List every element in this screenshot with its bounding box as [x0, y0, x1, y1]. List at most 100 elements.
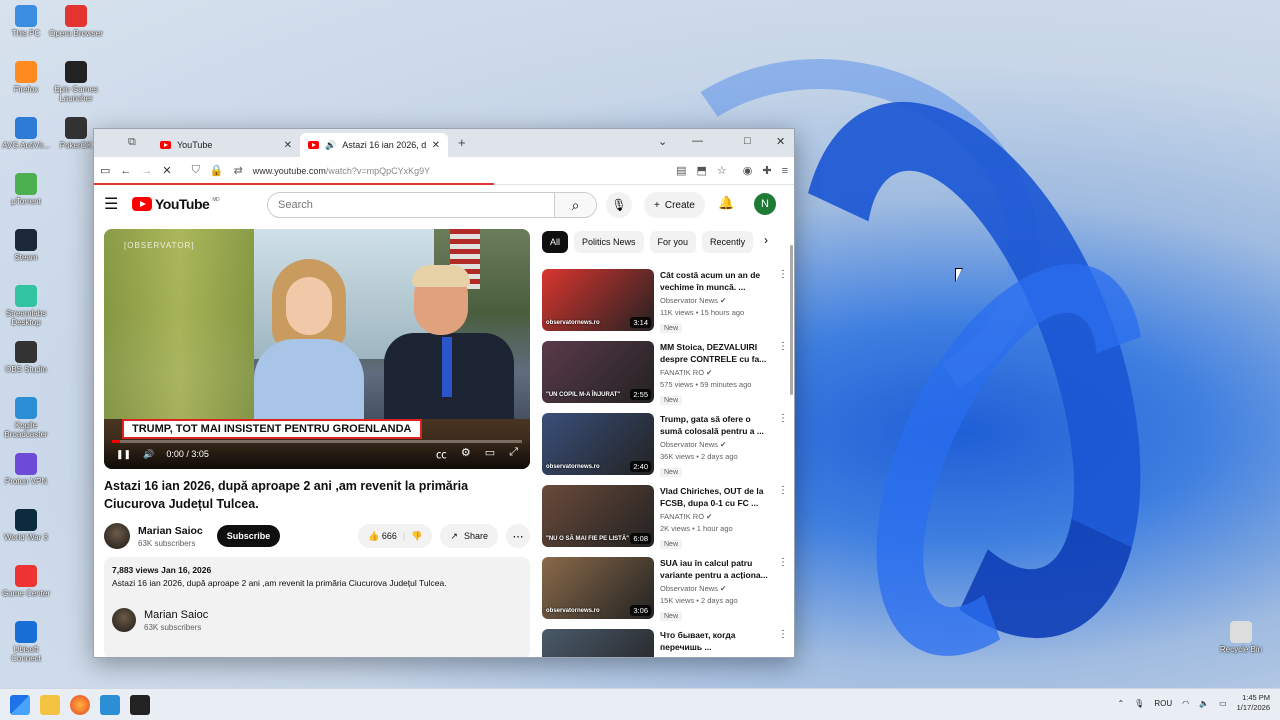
language-indicator[interactable]: ROU: [1154, 699, 1172, 708]
sidebar-toggle-icon[interactable]: ▭: [100, 164, 110, 177]
desktop-icon[interactable]: Game Center: [0, 565, 54, 598]
recommendation-channel[interactable]: Observator News ✔: [660, 584, 770, 593]
account-icon[interactable]: ◉: [743, 164, 753, 177]
desktop-icon[interactable]: Recycle Bin: [1213, 621, 1269, 654]
permissions-icon[interactable]: ⇄: [234, 164, 243, 177]
page-scrollbar[interactable]: [790, 245, 793, 395]
tab-list-chevron-icon[interactable]: ⌄: [658, 135, 667, 148]
taskbar-app-icon[interactable]: [100, 694, 120, 715]
recommendation-thumbnail[interactable]: observatornews.ro 3:06: [542, 557, 654, 619]
wifi-icon[interactable]: ◠: [1182, 699, 1189, 708]
filter-chip[interactable]: Recently: [702, 231, 754, 253]
tab-youtube[interactable]: YouTube ✕: [152, 133, 300, 157]
battery-icon[interactable]: ▭: [1219, 699, 1227, 708]
recommendation-item[interactable]: observatornews.ro 3:14 Cât costă acum un a…: [542, 269, 788, 335]
recommendation-title[interactable]: Cât costă acum un an de vechime în muncă…: [660, 269, 770, 293]
more-vert-icon[interactable]: ⋮: [778, 629, 788, 657]
recommendation-item[interactable]: Что бывает, когда перечишь ... ⋮: [542, 629, 788, 657]
microphone-icon[interactable]: 🎙: [1134, 699, 1144, 708]
clock[interactable]: 1:45 PM 1/17/2026: [1237, 693, 1270, 713]
minimize-icon[interactable]: —: [692, 135, 703, 147]
recommendation-thumbnail[interactable]: observatornews.ro 2:40: [542, 413, 654, 475]
youtube-logo[interactable]: YouTube MD: [132, 196, 220, 212]
create-button[interactable]: + Create: [644, 192, 705, 218]
desktop-icon[interactable]: World War 3: [0, 509, 54, 542]
firefox-icon[interactable]: [70, 694, 90, 715]
account-avatar[interactable]: N: [754, 193, 776, 215]
search-input[interactable]: [268, 193, 554, 217]
guide-menu-icon[interactable]: ☰: [104, 194, 132, 214]
recommendation-thumbnail[interactable]: observatornews.ro 3:14: [542, 269, 654, 331]
more-vert-icon[interactable]: ⋮: [778, 341, 788, 407]
desktop-icon[interactable]: Epic Games Launcher: [48, 61, 104, 103]
tab-close-icon[interactable]: ✕: [284, 140, 292, 151]
epic-games-icon[interactable]: [130, 694, 150, 715]
recommendation-item[interactable]: observatornews.ro 2:40 Trump, gata să ofer…: [542, 413, 788, 479]
desktop-icon[interactable]: This PC: [0, 5, 54, 38]
channel-name[interactable]: Marian Saioc: [144, 609, 208, 621]
description-box[interactable]: 7,883 views Jan 16, 2026 Astazi 16 ian 2…: [104, 557, 530, 657]
chevron-up-icon[interactable]: ⌃: [1117, 699, 1124, 708]
search-button[interactable]: ⌕: [554, 193, 596, 217]
tab-overview-icon[interactable]: ⧉: [128, 136, 136, 149]
maximize-icon[interactable]: □: [744, 135, 751, 147]
tab-video[interactable]: 🔊 Astazi 16 ian 2026, după ap ✕: [300, 133, 448, 157]
channel-name[interactable]: Marian Saioc: [138, 525, 203, 537]
desktop-icon[interactable]: Opera Browser: [48, 5, 104, 38]
bookmark-star-icon[interactable]: ☆: [717, 164, 727, 177]
recommendation-channel[interactable]: Observator News ✔: [660, 440, 770, 449]
channel-avatar[interactable]: [112, 608, 136, 632]
filter-chip[interactable]: All: [542, 231, 569, 253]
desktop-icon[interactable]: Kogile Broadcaster: [0, 397, 54, 439]
tab-close-icon[interactable]: ✕: [432, 140, 440, 151]
recommendation-thumbnail[interactable]: [542, 629, 654, 657]
recommendation-item[interactable]: "NU O SĂ MAI FIE PE LISTĂ" 6:08 Vlad Chiri…: [542, 485, 788, 551]
desktop-icon[interactable]: Firefox: [0, 61, 54, 94]
url-field[interactable]: www.youtube.com/watch?v=mpQpCYxKg9Y: [253, 166, 430, 176]
audio-playing-icon[interactable]: 🔊: [325, 140, 336, 151]
filter-chip[interactable]: Politics News: [574, 231, 644, 253]
volume-icon[interactable]: 🔊: [143, 449, 154, 460]
recommendation-channel[interactable]: FANATIK RO ✔: [660, 512, 770, 521]
recommendation-item[interactable]: "UN COPIL M-A ÎNJURAT" 2:55 MM Stoica, DEZ…: [542, 341, 788, 407]
chevron-right-icon[interactable]: ›: [764, 233, 768, 247]
subscribe-button[interactable]: Subscribe: [216, 525, 281, 547]
desktop-icon[interactable]: Proton VPN: [0, 453, 54, 486]
pause-icon[interactable]: ❚❚: [116, 449, 131, 460]
shield-icon[interactable]: ⛉: [192, 164, 200, 177]
share-button[interactable]: ↗ Share: [440, 524, 498, 548]
recommendation-title[interactable]: MM Stoica, DEZVALUIRI despre CONTRELE cu…: [660, 341, 770, 365]
captions-icon[interactable]: ㏄: [436, 446, 447, 462]
dislike-button[interactable]: 👎: [411, 531, 422, 542]
desktop-icon[interactable]: OBS Studio: [0, 341, 54, 374]
new-tab-icon[interactable]: +: [458, 135, 466, 150]
back-icon[interactable]: ←: [120, 165, 131, 177]
window-close-icon[interactable]: ✕: [776, 135, 785, 148]
more-vert-icon[interactable]: ⋮: [778, 269, 788, 335]
like-button[interactable]: 👍 666: [368, 531, 397, 542]
reload-icon[interactable]: ✕: [162, 164, 171, 177]
notifications-bell-icon[interactable]: 🔔: [718, 195, 734, 211]
recommendation-thumbnail[interactable]: "UN COPIL M-A ÎNJURAT" 2:55: [542, 341, 654, 403]
recommendation-channel[interactable]: FANATIK RO ✔: [660, 368, 770, 377]
recommendation-title[interactable]: Vlad Chiriches, OUT de la FCSB, dupa 0-1…: [660, 485, 770, 509]
settings-gear-icon[interactable]: ⚙: [461, 446, 471, 462]
lock-icon[interactable]: 🔒: [210, 164, 224, 177]
file-explorer-icon[interactable]: [40, 694, 60, 715]
menu-icon[interactable]: ≡: [782, 165, 788, 177]
pocket-icon[interactable]: ⬒: [696, 164, 706, 177]
desktop-icon[interactable]: Streamlabs Desktop: [0, 285, 54, 327]
desktop-icon[interactable]: AVG AntiVir...: [0, 117, 54, 150]
recommendation-title[interactable]: SUA iau în calcul patru variante pentru …: [660, 557, 770, 581]
theater-mode-icon[interactable]: ▭: [485, 446, 495, 462]
desktop-icon[interactable]: Steam: [0, 229, 54, 262]
volume-icon[interactable]: 🔈: [1199, 699, 1209, 708]
recommendation-channel[interactable]: Observator News ✔: [660, 296, 770, 305]
forward-icon[interactable]: →: [141, 165, 152, 177]
recommendation-title[interactable]: Trump, gata să ofere o sumă colosală pen…: [660, 413, 770, 437]
recommendation-item[interactable]: observatornews.ro 3:06 SUA iau în calcul p…: [542, 557, 788, 623]
desktop-icon[interactable]: Ubisoft Connect: [0, 621, 54, 663]
channel-avatar[interactable]: [104, 523, 130, 549]
fullscreen-icon[interactable]: ⤢: [509, 446, 518, 462]
start-windows-icon[interactable]: [10, 694, 30, 715]
